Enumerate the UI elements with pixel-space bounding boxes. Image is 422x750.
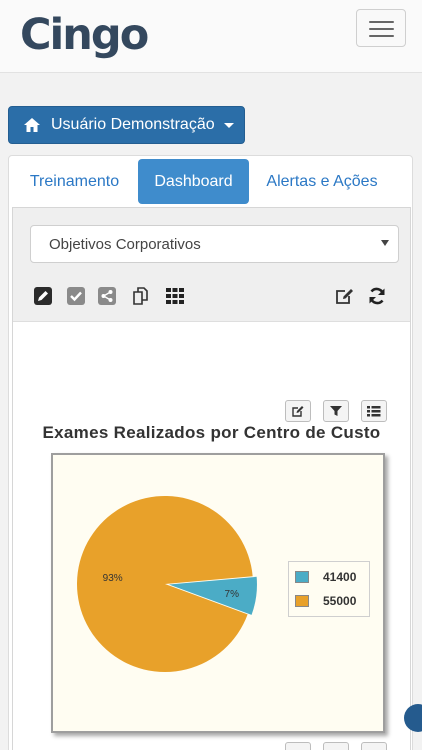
legend-label: 55000: [323, 594, 357, 608]
chart-filter-button[interactable]: [323, 742, 349, 750]
tab-alertas-acoes[interactable]: Alertas e Ações: [253, 159, 391, 204]
grid-icon[interactable]: [165, 286, 185, 306]
chart-title: Exames Realizados por Centro de Custo: [42, 423, 381, 442]
legend-swatch: [295, 595, 309, 607]
user-dropdown-button[interactable]: Usuário Demonstração: [8, 106, 245, 144]
legend-item: 41400: [295, 570, 356, 584]
main-panel: Treinamento Dashboard Alertas e Ações Ob…: [8, 155, 413, 750]
check-icon[interactable]: [66, 286, 86, 306]
pencil-icon[interactable]: [33, 286, 53, 306]
pie-chart: 7% 93% 41400 55000: [51, 453, 385, 733]
filter-icon: [330, 406, 342, 416]
objective-select[interactable]: Objetivos Corporativos: [30, 225, 399, 263]
chart-list-button[interactable]: [361, 742, 387, 750]
chart-list-button[interactable]: [361, 400, 387, 422]
chart-edit-button[interactable]: [285, 742, 311, 750]
list-icon: [367, 406, 381, 417]
edit-icon: [292, 406, 304, 417]
pie-slice-label: 93%: [103, 573, 123, 584]
chart-legend: 41400 55000: [288, 561, 370, 617]
tab-dashboard[interactable]: Dashboard: [138, 159, 249, 204]
legend-label: 41400: [323, 570, 357, 584]
pie-slice-label: 7%: [225, 589, 240, 600]
menu-toggle-button[interactable]: [356, 9, 406, 47]
hamburger-line: [369, 35, 394, 37]
chart-filter-button[interactable]: [323, 400, 349, 422]
brand-logo[interactable]: Cingo: [20, 10, 149, 60]
home-icon: [24, 118, 40, 132]
tab-treinamento[interactable]: Treinamento: [12, 159, 137, 204]
objective-select-value: Objetivos Corporativos: [49, 235, 201, 253]
share-icon[interactable]: [97, 286, 117, 306]
caret-down-icon: [223, 122, 234, 128]
select-arrow-icon: [381, 240, 389, 246]
dashboard-content: Objetivos Corporativos Exames Realizados…: [12, 207, 411, 750]
edit-icon[interactable]: [335, 286, 355, 306]
chart-edit-button[interactable]: [285, 400, 311, 422]
refresh-icon[interactable]: [367, 286, 387, 306]
user-name: Usuário Demonstração: [51, 116, 215, 133]
copy-icon[interactable]: [131, 286, 151, 306]
legend-swatch: [295, 571, 309, 583]
legend-item: 55000: [295, 594, 356, 608]
navbar: Cingo: [0, 0, 422, 73]
hamburger-line: [369, 21, 394, 23]
hamburger-line: [369, 28, 394, 30]
dashboard-toolbar: Objetivos Corporativos: [13, 208, 410, 322]
